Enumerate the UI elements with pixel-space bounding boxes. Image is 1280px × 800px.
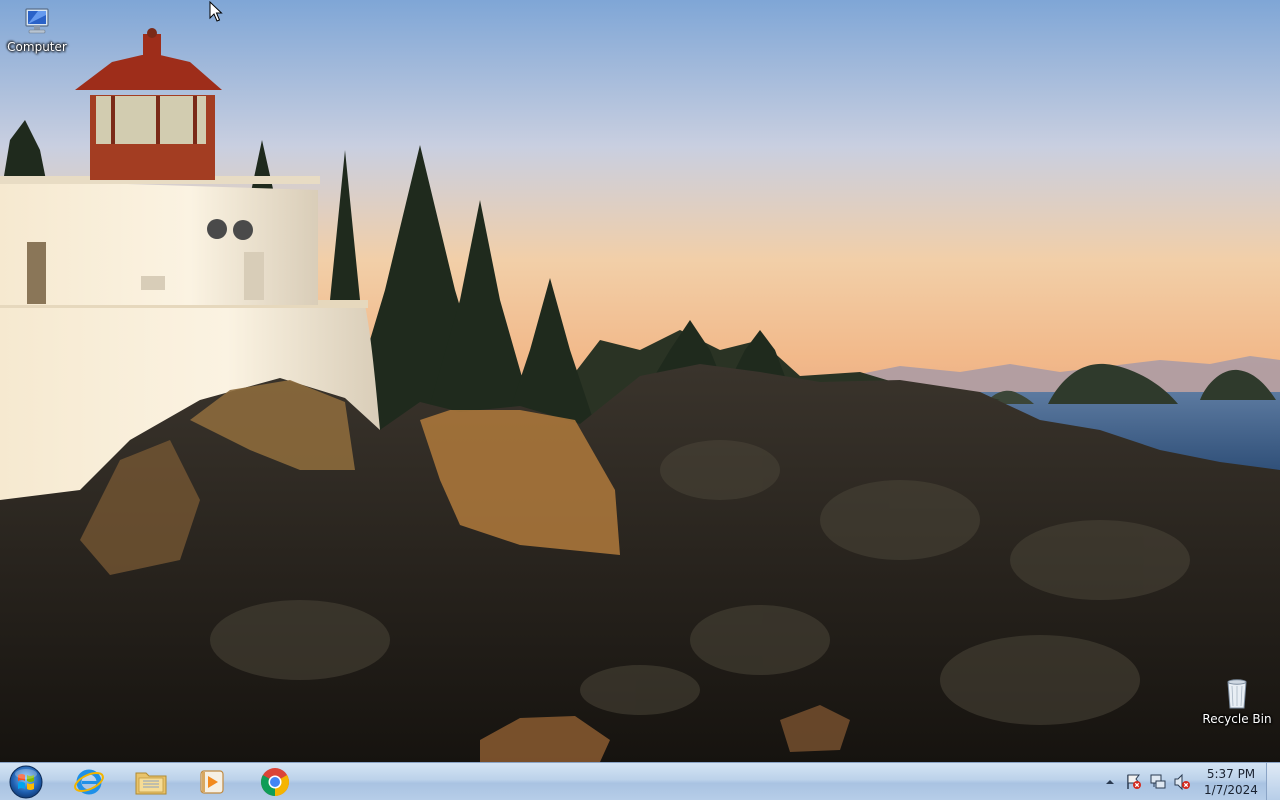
show-desktop-button[interactable]	[1266, 763, 1280, 800]
computer-icon	[20, 6, 54, 38]
taskbar-pinned-chrome[interactable]	[249, 765, 301, 799]
show-hidden-icons-button[interactable]	[1098, 770, 1122, 794]
desktop-icon-label: Computer	[7, 40, 67, 54]
windows-start-orb-icon	[9, 765, 43, 799]
desktop[interactable]: Computer Recycle Bin 5:37 PM 1/7/2024	[0, 0, 1280, 800]
desktop-icon-computer[interactable]: Computer	[0, 6, 74, 54]
taskbar-pinned-internet-explorer[interactable]	[63, 765, 115, 799]
chrome-icon	[261, 768, 289, 796]
system-clock[interactable]: 5:37 PM 1/7/2024	[1198, 766, 1264, 798]
chevron-up-icon	[1106, 780, 1114, 784]
taskbar-pinned-windows-explorer[interactable]	[125, 765, 177, 799]
wallpaper-lighthouse	[0, 0, 1280, 762]
mouse-cursor-icon	[209, 0, 223, 23]
media-player-icon	[200, 770, 224, 794]
desktop-icon-label: Recycle Bin	[1202, 712, 1272, 726]
folder-icon	[135, 772, 167, 795]
internet-explorer-icon	[74, 769, 104, 795]
start-button[interactable]	[6, 764, 46, 800]
clock-date: 1/7/2024	[1204, 783, 1258, 797]
taskbar-pinned-media-player[interactable]	[186, 765, 238, 799]
notification-area: 5:37 PM 1/7/2024	[1098, 763, 1264, 800]
recycle-bin-icon	[1220, 678, 1254, 710]
volume-muted-icon[interactable]	[1170, 770, 1194, 794]
network-icon[interactable]	[1146, 770, 1170, 794]
clock-time: 5:37 PM	[1206, 767, 1256, 781]
action-center-icon[interactable]	[1122, 770, 1146, 794]
taskbar: 5:37 PM 1/7/2024	[0, 762, 1280, 800]
desktop-icon-recycle-bin[interactable]: Recycle Bin	[1200, 678, 1274, 726]
